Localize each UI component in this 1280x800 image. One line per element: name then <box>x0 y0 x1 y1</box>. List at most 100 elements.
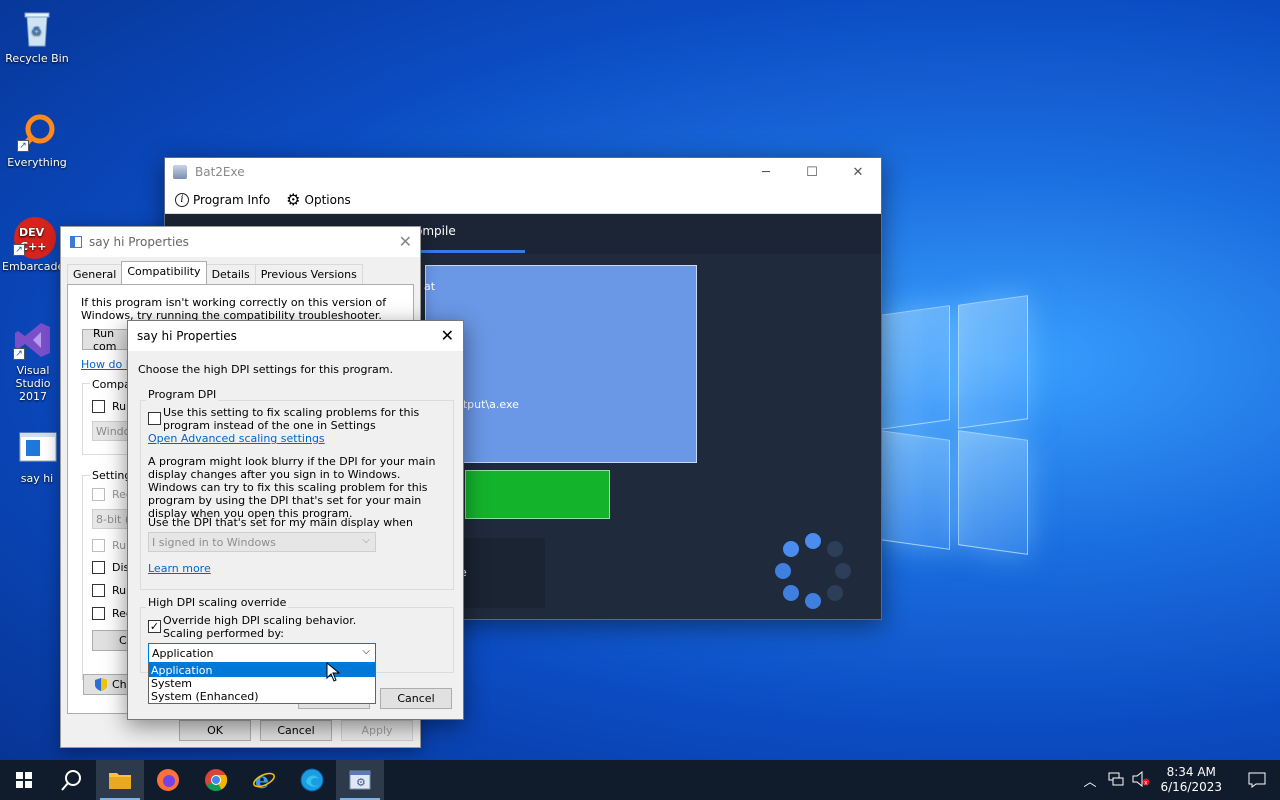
option-application[interactable]: Application <box>149 664 375 677</box>
tab-indicator <box>407 250 525 253</box>
learn-more-link[interactable]: Learn more <box>148 562 211 575</box>
tab-general[interactable]: General <box>67 264 123 284</box>
svg-text:e: e <box>255 768 269 792</box>
taskbar-file-explorer[interactable] <box>96 760 144 800</box>
volume-muted-icon[interactable]: x <box>1132 770 1150 790</box>
taskbar-edge[interactable] <box>288 760 336 800</box>
scaling-performed-by-select[interactable]: Application ⌵ <box>148 643 376 663</box>
option-system-enhanced[interactable]: System (Enhanced) <box>149 690 375 703</box>
desktop-icon-label: Everything <box>7 156 67 169</box>
taskbar-firefox[interactable] <box>144 760 192 800</box>
override-dpi-label-1: Override high DPI scaling behavior. <box>163 614 357 627</box>
tab-compile[interactable]: ompile <box>415 224 456 238</box>
search-button[interactable] <box>48 760 96 800</box>
chevron-down-icon: ⌵ <box>362 535 370 546</box>
chrome-icon <box>205 769 228 791</box>
tab-compatibility[interactable]: Compatibility <box>121 261 207 284</box>
compat-mode-checkbox[interactable] <box>92 400 105 413</box>
chevron-up-icon[interactable]: ︿ <box>1083 771 1096 790</box>
desktop-icon-devcpp[interactable]: DEVC++ ↗ Embarcadero Dev-C++ <box>0 216 66 273</box>
mouse-cursor-icon <box>326 662 340 682</box>
firefox-icon <box>157 769 179 791</box>
shortcut-arrow-icon: ↗ <box>17 140 29 152</box>
clock[interactable]: 8:34 AM 6/16/2023 <box>1160 765 1222 795</box>
notification-center-icon[interactable] <box>1234 772 1280 788</box>
visual-studio-icon: ↗ <box>13 320 53 360</box>
svg-text:x: x <box>1144 779 1148 786</box>
desktop-icon-label: Visual Studio 2017 <box>15 364 51 403</box>
bat2exe-app-icon: ⚙ <box>349 770 371 790</box>
recycle-bin-icon: ♻ <box>17 8 57 48</box>
apply-button: Apply <box>341 720 413 741</box>
dpi-dialog-titlebar[interactable]: say hi Properties <box>128 321 463 351</box>
bat2exe-app-icon <box>173 165 187 179</box>
close-icon[interactable]: ✕ <box>441 326 454 345</box>
use-dpi-label: Use the DPI that's set for my main displ… <box>148 516 413 529</box>
minimize-button[interactable]: ─ <box>743 158 789 186</box>
how-do-i-link[interactable]: How do I <box>81 358 129 371</box>
desktop-icon-everything[interactable]: ↗ Everything <box>0 112 74 169</box>
desktop-icon-recycle-bin[interactable]: ♻ Recycle Bin <box>0 8 74 65</box>
dpi-override-label: High DPI scaling override <box>146 596 289 609</box>
edge-icon <box>300 768 324 792</box>
windows-start-icon <box>16 772 32 788</box>
svg-text:DEV: DEV <box>19 226 45 239</box>
reduced-color-checkbox <box>92 488 105 501</box>
signed-in-select: I signed in to Windows ⌵ <box>148 532 376 552</box>
dpi-cancel-button[interactable]: Cancel <box>380 688 452 709</box>
desktop-icon-label: Embarcadero Dev-C++ <box>2 260 64 273</box>
close-button[interactable]: ✕ <box>835 158 881 186</box>
ok-button[interactable]: OK <box>179 720 251 741</box>
svg-text:⚙: ⚙ <box>356 776 366 789</box>
loading-spinner-icon <box>775 533 851 609</box>
desktop-icon-visual-studio[interactable]: ↗ Visual Studio 2017 <box>0 320 66 403</box>
wallpaper-windows-logo <box>880 295 1030 555</box>
desktop-icon-label: Recycle Bin <box>5 52 69 65</box>
internet-explorer-icon: e <box>253 768 275 792</box>
batch-file-icon <box>17 428 57 468</box>
program-info-menu[interactable]: i Program Info <box>175 192 270 207</box>
override-dpi-checkbox[interactable]: ✓ <box>148 620 161 633</box>
taskbar-bat2exe[interactable]: ⚙ <box>336 760 384 800</box>
properties-window-icon <box>70 236 82 248</box>
taskbar-internet-explorer[interactable]: e <box>240 760 288 800</box>
uac-shield-icon <box>94 677 108 695</box>
gear-icon: ⚙ <box>286 190 301 209</box>
start-button[interactable] <box>0 760 48 800</box>
dpi-intro-text: Choose the high DPI settings for this pr… <box>138 363 393 376</box>
taskbar-chrome[interactable] <box>192 760 240 800</box>
high-dpi-settings-dialog: say hi Properties ✕ Choose the high DPI … <box>127 320 464 720</box>
folder-icon <box>109 773 131 789</box>
tab-details[interactable]: Details <box>205 264 256 284</box>
bat2exe-title: Bat2Exe <box>195 165 245 179</box>
use-setting-checkbox[interactable] <box>148 412 161 425</box>
shortcut-arrow-icon: ↗ <box>13 244 25 256</box>
maximize-button[interactable]: ☐ <box>789 158 835 186</box>
bat2exe-dark-panel: e <box>460 538 545 608</box>
search-icon <box>61 770 81 791</box>
taskbar: e ⚙ ︿ x 8:34 AM 6/16/2023 <box>0 760 1280 800</box>
options-menu[interactable]: ⚙ Options <box>286 190 351 209</box>
compile-button[interactable] <box>465 470 610 519</box>
scaling-options-dropdown[interactable]: Application System System (Enhanced) <box>148 663 376 704</box>
disable-fullscreen-checkbox[interactable] <box>92 561 105 574</box>
advanced-scaling-link[interactable]: Open Advanced scaling settings <box>148 432 325 445</box>
properties-titlebar[interactable]: say hi Properties <box>61 227 420 257</box>
system-tray: ︿ x 8:34 AM 6/16/2023 <box>1083 760 1280 800</box>
everything-magnifier-icon: ↗ <box>17 112 57 152</box>
network-icon[interactable] <box>1108 772 1124 789</box>
close-icon[interactable]: ✕ <box>399 232 412 251</box>
run-640-checkbox <box>92 539 105 552</box>
devcpp-icon: DEV C++ ↗ <box>13 216 56 259</box>
register-restart-checkbox[interactable] <box>92 607 105 620</box>
chevron-down-icon: ⌵ <box>362 646 370 657</box>
tab-previous-versions[interactable]: Previous Versions <box>254 264 363 284</box>
clock-time: 8:34 AM <box>1166 765 1216 779</box>
bat2exe-info-panel: at exe\Output\a.exe <box>424 265 697 463</box>
use-setting-label: Use this setting to fix scaling problems… <box>163 406 420 432</box>
blurry-explanation-text: A program might look blurry if the DPI f… <box>148 455 436 520</box>
run-as-admin-checkbox[interactable] <box>92 584 105 597</box>
option-system[interactable]: System <box>149 677 375 690</box>
cancel-button[interactable]: Cancel <box>260 720 332 741</box>
shortcut-arrow-icon: ↗ <box>13 348 25 360</box>
